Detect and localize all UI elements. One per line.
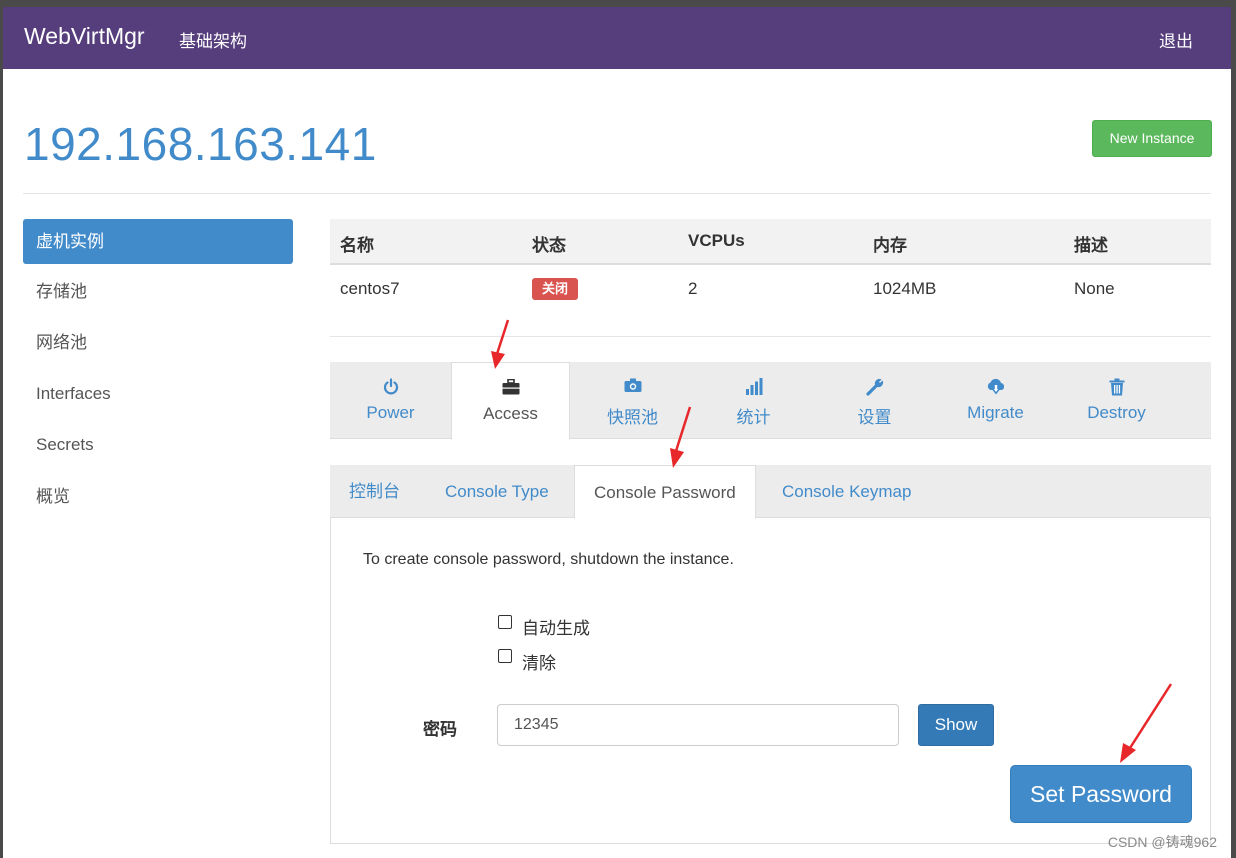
tab-migrate[interactable]: Migrate (935, 362, 1056, 439)
table-divider (330, 336, 1211, 337)
memory-cell: 1024MB (873, 279, 937, 298)
tab-access[interactable]: Access (451, 362, 570, 440)
show-password-button[interactable]: Show (918, 704, 994, 746)
sidebar-item-interfaces[interactable]: Interfaces (23, 371, 293, 416)
tab-destroy-label: Destroy (1087, 403, 1146, 422)
page-title: 192.168.163.141 (24, 118, 377, 170)
logout-link[interactable]: 退出 (1159, 27, 1193, 52)
column-header-memory: 内存 (873, 236, 907, 255)
subtab-console-password[interactable]: Console Password (574, 465, 756, 519)
tab-settings[interactable]: 设置 (814, 362, 935, 439)
brand-link[interactable]: WebVirtMgr (24, 23, 145, 50)
column-header-description: 描述 (1074, 236, 1108, 255)
cloud-download-icon (986, 378, 1006, 401)
column-header-vcpus: VCPUs (688, 231, 745, 250)
tab-snapshots-label: 快照池 (607, 408, 658, 427)
password-field[interactable]: 12345 (497, 704, 899, 746)
tab-access-label: Access (483, 404, 538, 423)
camera-icon (624, 378, 642, 398)
info-message: To create console password, shutdown the… (363, 551, 734, 568)
vcpus-cell: 2 (688, 279, 698, 298)
page: WebVirtMgr 基础架构 退出 192.168.163.141 New I… (3, 7, 1231, 858)
power-icon (382, 378, 400, 401)
new-instance-button[interactable]: New Instance (1092, 120, 1212, 157)
tab-snapshots[interactable]: 快照池 (572, 362, 693, 439)
table-header: 名称 状态 VCPUs 内存 描述 (330, 219, 1211, 265)
access-subtabs: 控制台 Console Type Console Password Consol… (330, 465, 1211, 519)
password-label: 密码 (423, 720, 457, 739)
tab-power-label: Power (366, 403, 415, 422)
instance-name-cell[interactable]: centos7 (340, 279, 400, 299)
sidebar-item-storage[interactable]: 存储池 (23, 269, 293, 314)
auto-generate-label: 自动生成 (522, 619, 590, 638)
trash-icon (1109, 378, 1125, 401)
header-divider (23, 193, 1211, 194)
tab-migrate-label: Migrate (967, 403, 1024, 422)
column-header-name: 名称 (340, 236, 374, 255)
clear-label: 清除 (522, 654, 556, 673)
sidebar-item-overview[interactable]: 概览 (23, 474, 293, 519)
tab-stats[interactable]: 统计 (693, 362, 814, 439)
subtab-console[interactable]: 控制台 (330, 465, 419, 518)
sidebar-item-networks[interactable]: 网络池 (23, 320, 293, 365)
tab-stats-label: 统计 (736, 408, 771, 427)
console-password-panel: To create console password, shutdown the… (330, 517, 1211, 844)
tab-destroy[interactable]: Destroy (1056, 362, 1177, 439)
status-badge: 关闭 (532, 278, 578, 300)
column-header-status: 状态 (532, 236, 566, 255)
tab-settings-label: 设置 (857, 408, 892, 427)
subtab-console-keymap[interactable]: Console Keymap (763, 465, 930, 518)
top-navbar: WebVirtMgr 基础架构 退出 (3, 7, 1231, 69)
wrench-icon (865, 378, 884, 401)
sidebar-item-instances[interactable]: 虚机实例 (23, 219, 293, 264)
set-password-button[interactable]: Set Password (1010, 765, 1192, 823)
clear-checkbox[interactable] (498, 649, 512, 663)
briefcase-icon (502, 378, 520, 400)
auto-generate-checkbox[interactable] (498, 615, 512, 629)
stats-icon (745, 378, 763, 400)
instance-action-tabs: Power Access 快照池 统计 设置 Migrate Destroy (330, 362, 1211, 440)
nav-infrastructure-link[interactable]: 基础架构 (179, 27, 247, 52)
watermark: CSDN @铸魂962 (1107, 834, 1217, 850)
tab-power[interactable]: Power (330, 362, 451, 439)
description-cell: None (1074, 279, 1115, 298)
subtab-console-type[interactable]: Console Type (426, 465, 568, 518)
sidebar-item-secrets[interactable]: Secrets (23, 422, 293, 467)
